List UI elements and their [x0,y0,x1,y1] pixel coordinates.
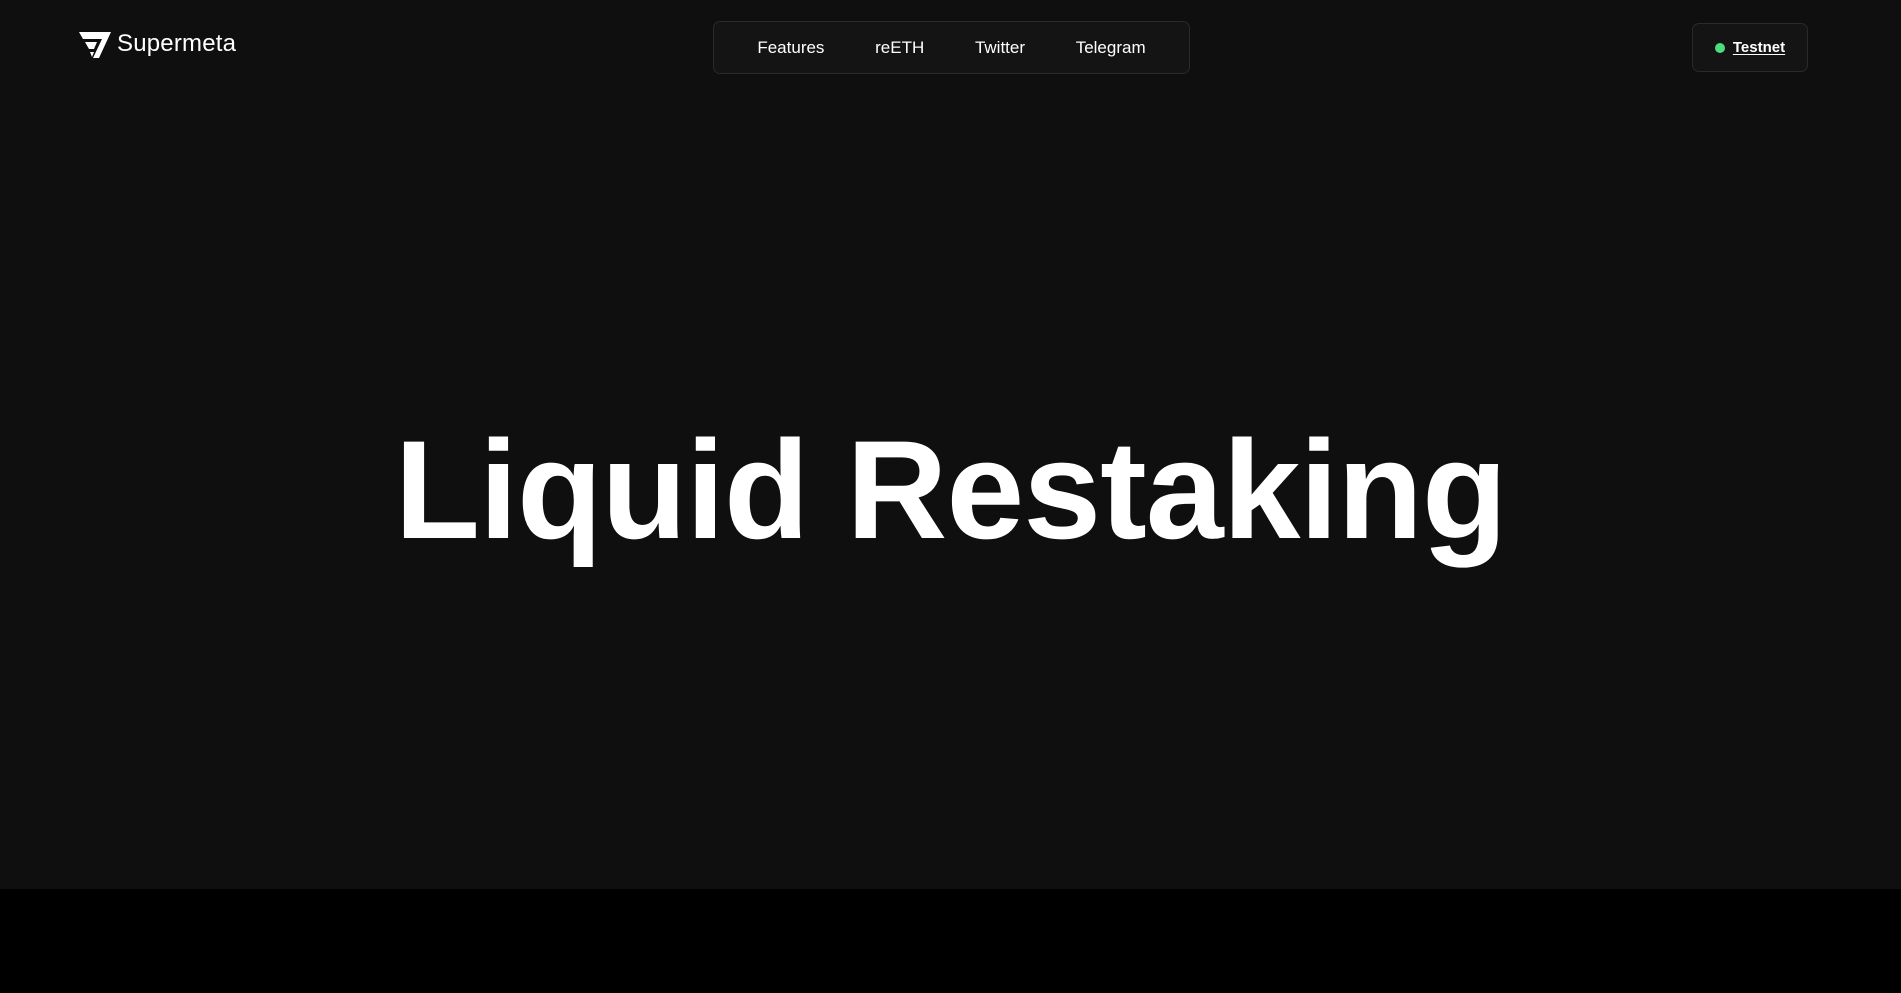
bottom-band [0,889,1901,993]
nav-item-features[interactable]: Features [747,32,834,64]
supermeta-logo-icon [79,32,111,58]
testnet-label: Testnet [1732,39,1786,56]
nav-item-twitter[interactable]: Twitter [965,32,1035,64]
nav-item-reeth[interactable]: reETH [865,32,934,64]
page: Supermeta Features reETH Twitter Telegra… [0,0,1901,993]
hero-section: Supermeta Features reETH Twitter Telegra… [0,0,1901,889]
brand-logo[interactable]: Supermeta [77,28,236,60]
nav-item-telegram[interactable]: Telegram [1066,32,1156,64]
hero-title: Liquid Restaking [394,411,1508,568]
testnet-button[interactable]: Testnet [1692,23,1808,72]
status-dot-icon [1714,42,1725,53]
brand-name: Supermeta [117,30,237,57]
main-nav: Features reETH Twitter Telegram [713,21,1190,74]
